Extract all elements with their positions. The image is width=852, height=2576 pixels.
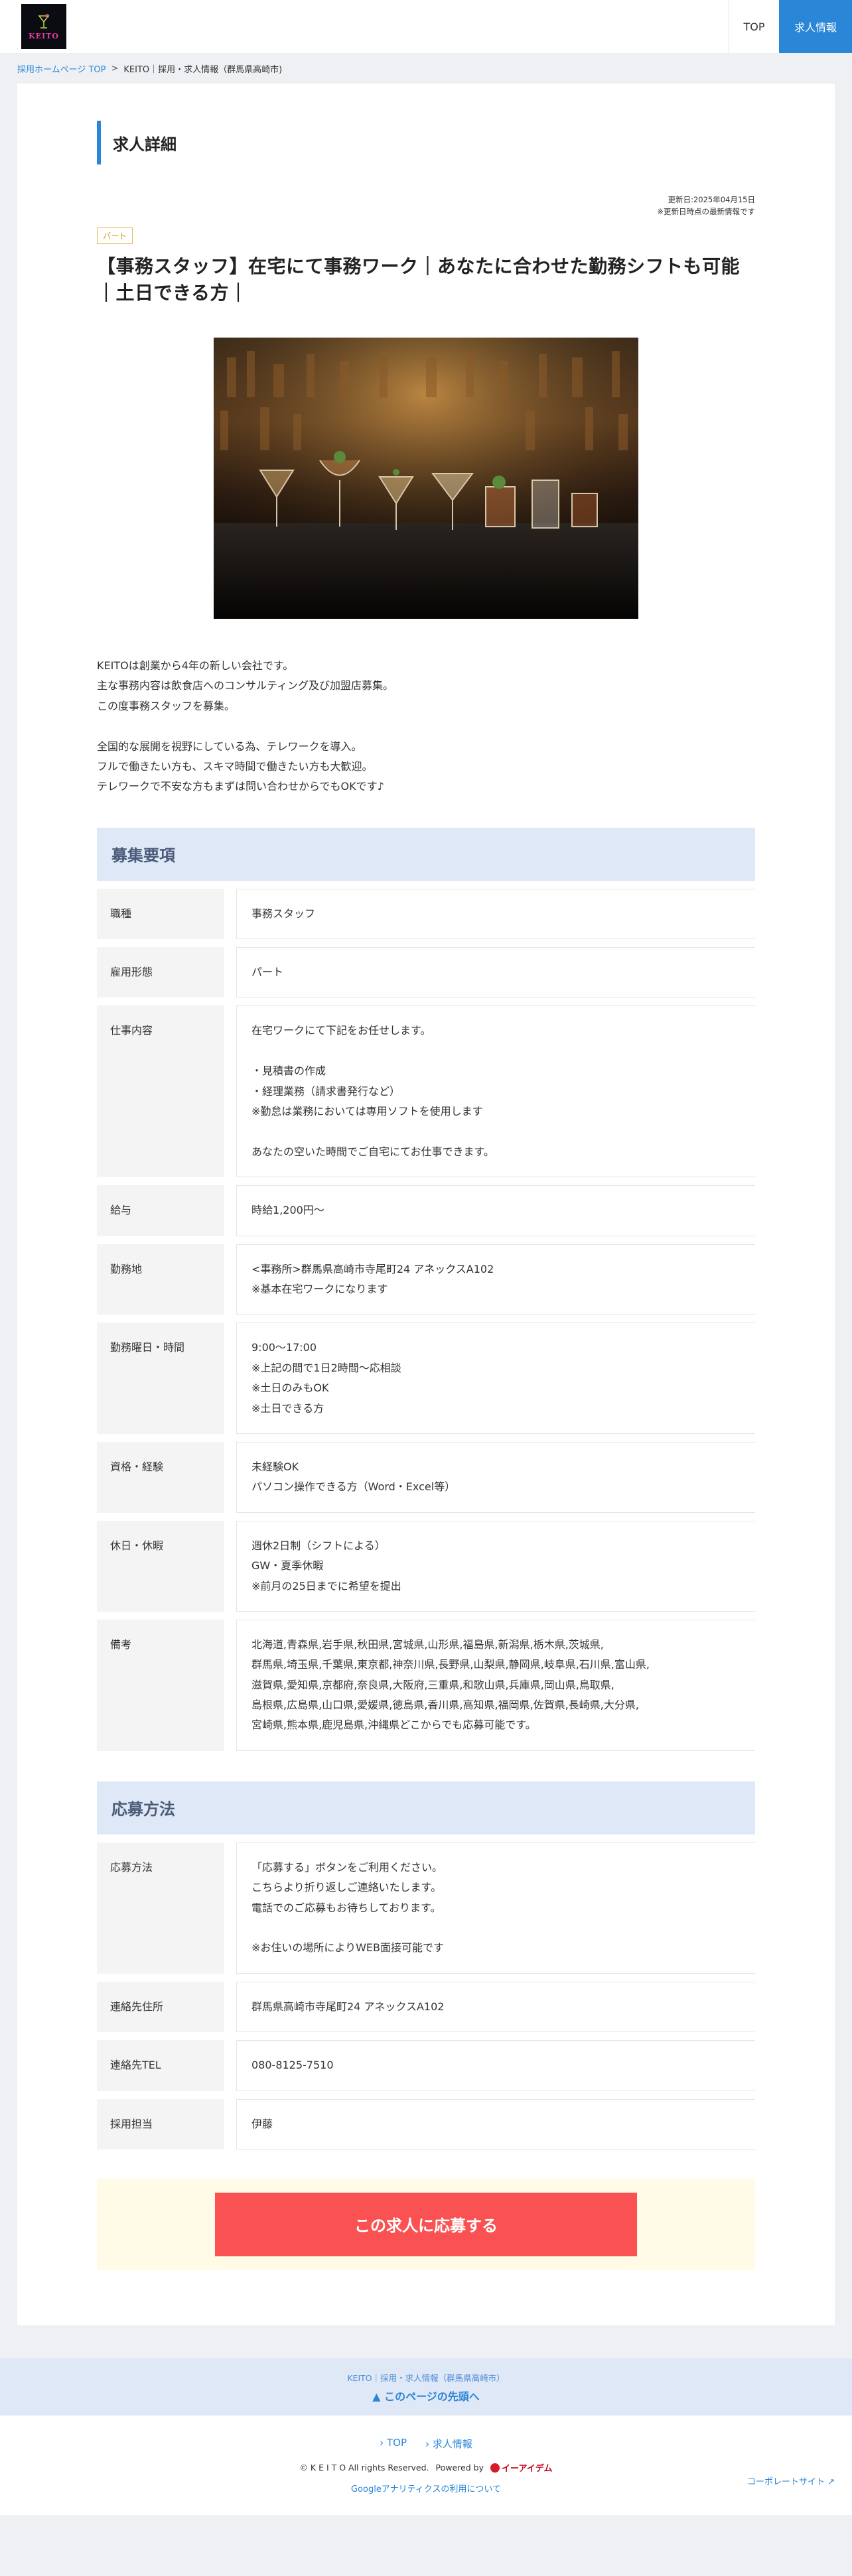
breadcrumb-current: KEITO｜採用・求人情報（群馬県高崎市) (123, 64, 283, 75)
chevron-right-icon: › (380, 2437, 384, 2449)
requirements-table: 職種 事務スタッフ 雇用形態 パート 仕事内容 在宅ワークにて下記をお任せします… (97, 888, 755, 1751)
table-row: 職種 事務スタッフ (97, 888, 755, 940)
corporate-site-link[interactable]: コーポレートサイト ↗ (747, 2475, 835, 2487)
eaitem-logo[interactable]: イーアイデム (490, 2461, 553, 2474)
apply-button[interactable]: この求人に応募する (215, 2192, 637, 2256)
pagetop-band: KEITO｜採用・求人情報（群馬県高崎市） ▲ このページの先頭へ (0, 2358, 852, 2415)
analytics-policy-link[interactable]: Googleアナリティクスの利用について (0, 2482, 852, 2494)
page-top-label: このページの先頭へ (384, 2390, 480, 2403)
page-title: 求人詳細 (97, 121, 755, 164)
chevron-up-icon: ▲ (372, 2390, 381, 2403)
job-intro-text: KEITOは創業から4年の新しい会社です。 主な事務内容は飲食店へのコンサルティ… (97, 659, 394, 793)
row-label: 勤務曜日・時間 (97, 1322, 224, 1434)
copyright-text: © K E I T O All rights Reserved. (299, 2463, 429, 2473)
bar-cocktails-image (214, 337, 638, 619)
chevron-right-icon: › (425, 2438, 429, 2450)
cocktail-logo-icon (34, 13, 54, 31)
nav-jobs-link[interactable]: 求人情報 (779, 0, 852, 53)
row-value: <事務所>群馬県高崎市寺尾町24 アネックスA102 ※基本在宅ワークになります (236, 1244, 755, 1315)
table-row: 備考 北海道,青森県,岩手県,秋田県,宮城県,山形県,福島県,新潟県,栃木県,茨… (97, 1619, 755, 1751)
table-row: 採用担当 伊藤 (97, 2098, 755, 2150)
row-label: 備考 (97, 1619, 224, 1751)
row-value: 在宅ワークにて下記をお任せします。 ・見積書の作成 ・経理業務（請求書発行など）… (236, 1005, 755, 1178)
footer-nav: › TOP › 求人情報 (0, 2415, 852, 2451)
updated-info: 更新日:2025年04月15日 ※更新日時点の最新情報です (97, 194, 755, 218)
table-row: 勤務曜日・時間 9:00〜17:00 ※上記の間で1日2時間〜応相談 ※土日のみ… (97, 1322, 755, 1434)
row-value: 北海道,青森県,岩手県,秋田県,宮城県,山形県,福島県,新潟県,栃木県,茨城県,… (236, 1619, 755, 1751)
external-link-icon: ↗ (827, 2477, 835, 2487)
row-label: 応募方法 (97, 1842, 224, 1974)
eaitem-logo-icon (490, 2463, 500, 2473)
copyright-line: © K E I T O All rights Reserved. Powered… (0, 2461, 852, 2474)
row-value: 伊藤 (236, 2098, 755, 2150)
row-value: パート (236, 947, 755, 998)
site-header: KEITO TOP 求人情報 (0, 0, 852, 53)
table-row: 資格・経験 未経験OK パソコン操作できる方（Word・Excel等） (97, 1441, 755, 1513)
row-value: 080-8125-7510 (236, 2040, 755, 2091)
breadcrumb: 採用ホームページ TOP > KEITO｜採用・求人情報（群馬県高崎市) (0, 53, 852, 84)
bottom-strip (0, 2515, 852, 2576)
global-nav: TOP 求人情報 (729, 0, 852, 53)
application-heading: 応募方法 (97, 1781, 755, 1835)
row-value: 9:00〜17:00 ※上記の間で1日2時間〜応相談 ※土日のみもOK ※土日で… (236, 1322, 755, 1434)
row-label: 連絡先住所 (97, 1981, 224, 2033)
footer-jobs-link[interactable]: › 求人情報 (425, 2437, 472, 2451)
powered-by-label: Powered by (435, 2463, 484, 2473)
job-photo (214, 337, 638, 619)
row-label: 仕事内容 (97, 1005, 224, 1178)
table-row: 仕事内容 在宅ワークにて下記をお任せします。 ・見積書の作成 ・経理業務（請求書… (97, 1005, 755, 1178)
company-logo[interactable]: KEITO (21, 4, 66, 49)
job-title: 【事務スタッフ】在宅にて事務ワーク｜あなたに合わせた勤務シフトも可能｜土日できる… (97, 255, 741, 304)
table-row: 応募方法 「応募する」ボタンをご利用ください。 こちらより折り返しご連絡いたしま… (97, 1842, 755, 1974)
table-row: 休日・休暇 週休2日制（シフトによる） GW・夏季休暇 ※前月の25日までに希望… (97, 1520, 755, 1612)
row-value: 事務スタッフ (236, 888, 755, 940)
row-label: 職種 (97, 888, 224, 940)
table-row: 雇用形態 パート (97, 947, 755, 998)
logo-text: KEITO (29, 31, 59, 40)
row-label: 連絡先TEL (97, 2040, 224, 2091)
breadcrumb-home-link[interactable]: 採用ホームページ TOP (17, 62, 106, 75)
row-value: 群馬県高崎市寺尾町24 アネックスA102 (236, 1981, 755, 2033)
nav-top-link[interactable]: TOP (729, 0, 779, 53)
requirements-heading: 募集要項 (97, 827, 755, 881)
row-label: 採用担当 (97, 2098, 224, 2150)
row-label: 勤務地 (97, 1244, 224, 1315)
row-value: 「応募する」ボタンをご利用ください。 こちらより折り返しご連絡いたします。 電話… (236, 1842, 755, 1974)
updated-date: 更新日:2025年04月15日 (668, 195, 755, 204)
breadcrumb-separator: > (111, 63, 119, 74)
footer-top-link[interactable]: › TOP (380, 2437, 407, 2451)
updated-note: ※更新日時点の最新情報です (657, 207, 755, 217)
row-label: 雇用形態 (97, 947, 224, 998)
corporate-site-label: コーポレートサイト (746, 2477, 825, 2487)
application-table: 応募方法 「応募する」ボタンをご利用ください。 こちらより折り返しご連絡いたしま… (97, 1842, 755, 2150)
row-label: 休日・休暇 (97, 1520, 224, 1612)
row-value: 時給1,200円〜 (236, 1185, 755, 1236)
table-row: 勤務地 <事務所>群馬県高崎市寺尾町24 アネックスA102 ※基本在宅ワークに… (97, 1244, 755, 1315)
table-row: 給与 時給1,200円〜 (97, 1185, 755, 1236)
row-value: 未経験OK パソコン操作できる方（Word・Excel等） (236, 1441, 755, 1513)
job-detail-card: 求人詳細 更新日:2025年04月15日 ※更新日時点の最新情報です パート 【… (17, 84, 835, 2325)
row-label: 給与 (97, 1185, 224, 1236)
table-row: 連絡先住所 群馬県高崎市寺尾町24 アネックスA102 (97, 1981, 755, 2033)
row-label: 資格・経験 (97, 1441, 224, 1513)
footer-breadcrumb[interactable]: KEITO｜採用・求人情報（群馬県高崎市） (347, 2371, 504, 2384)
footer-top-label: TOP (386, 2437, 407, 2449)
row-value: 週休2日制（シフトによる） GW・夏季休暇 ※前月の25日までに希望を提出 (236, 1520, 755, 1612)
site-footer: › TOP › 求人情報 © K E I T O All rights Rese… (0, 2415, 852, 2515)
page-top-link[interactable]: ▲ このページの先頭へ (372, 2388, 480, 2404)
table-row: 連絡先TEL 080-8125-7510 (97, 2040, 755, 2091)
employment-type-badge: パート (97, 227, 133, 244)
eaitem-logo-text: イーアイデム (501, 2464, 553, 2474)
apply-box: この求人に応募する (97, 2178, 755, 2270)
footer-jobs-label: 求人情報 (432, 2438, 472, 2450)
